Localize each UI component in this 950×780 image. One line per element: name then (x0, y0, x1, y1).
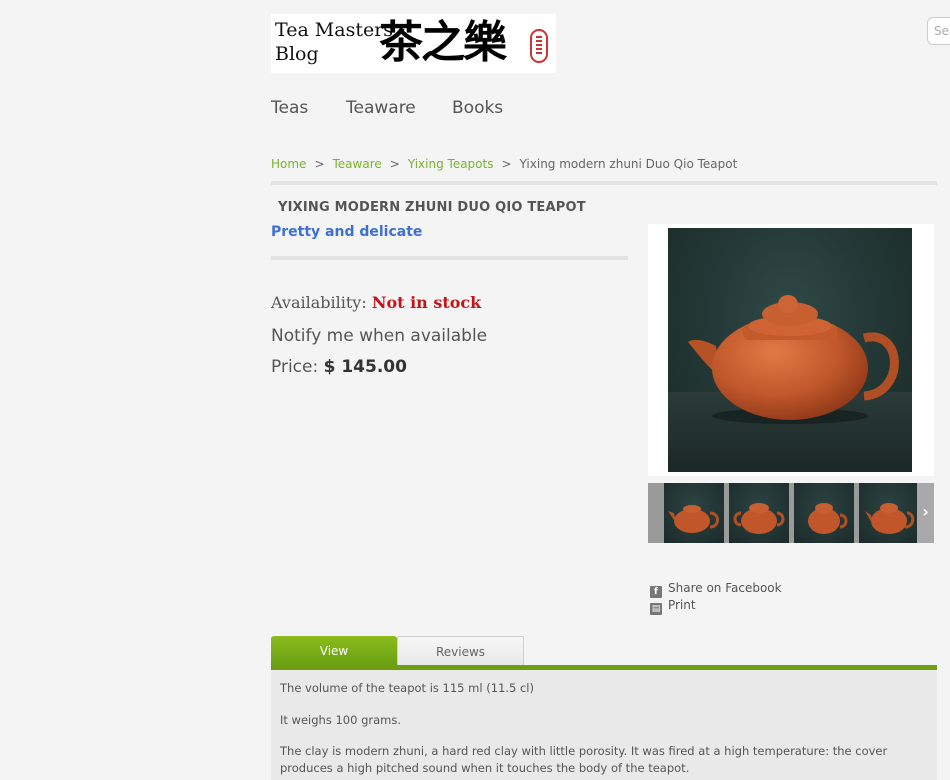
notify-link[interactable]: Notify me when available (271, 326, 487, 346)
tab-view[interactable]: View (271, 636, 397, 668)
breadcrumb-yixing-teapots[interactable]: Yixing Teapots (408, 157, 494, 171)
teapot-photo (668, 228, 912, 472)
breadcrumb-separator: > (314, 157, 325, 171)
search-input[interactable]: Search (927, 17, 950, 45)
print-label: Print (668, 598, 696, 612)
logo-text: Tea Masters Blog (275, 19, 394, 65)
availability: Availability: Not in stock (271, 293, 481, 312)
breadcrumb: Home > Teaware > Yixing Teapots > Yixing moder… (271, 157, 737, 171)
print-link[interactable]: ▤ Print (650, 598, 696, 615)
thumbnail-2[interactable] (729, 483, 789, 543)
thumbnail-1[interactable] (664, 483, 724, 543)
price-label: Price: (271, 357, 319, 377)
breadcrumb-teaware[interactable]: Teaware (333, 157, 382, 171)
main-product-image[interactable] (648, 224, 934, 476)
breadcrumb-home[interactable]: Home (271, 157, 306, 171)
carousel-next-arrow[interactable]: › (917, 483, 934, 543)
thumbnail-4[interactable] (859, 483, 919, 543)
nav-item-teas[interactable]: Teas (271, 98, 308, 118)
site-logo[interactable]: Tea Masters Blog 茶之樂 (271, 14, 556, 73)
description-panel: The volume of the teapot is 115 ml (11.5… (271, 670, 937, 780)
price-value: $ 145.00 (323, 357, 407, 377)
availability-status: Not in stock (371, 293, 482, 312)
nav-item-books[interactable]: Books (452, 98, 503, 118)
product-subtitle: Pretty and delicate (271, 224, 423, 240)
print-icon: ▤ (650, 603, 662, 615)
title-divider (271, 256, 628, 260)
breadcrumb-separator: > (389, 157, 400, 171)
tab-reviews[interactable]: Reviews (397, 636, 524, 668)
description-clay: The clay is modern zhuni, a hard red cla… (280, 744, 888, 775)
seal-icon (530, 29, 548, 63)
thumbnail-carousel: › (648, 483, 934, 543)
logo-calligraphy: 茶之樂 (379, 17, 507, 68)
facebook-icon: f (650, 586, 662, 598)
price: Price: $ 145.00 (271, 357, 407, 377)
breadcrumb-divider (271, 181, 937, 185)
breadcrumb-separator: > (501, 157, 512, 171)
nav-item-teaware[interactable]: Teaware (346, 98, 416, 118)
share-facebook-label: Share on Facebook (668, 581, 782, 595)
breadcrumb-current: Yixing modern zhuni Duo Qio Teapot (519, 157, 738, 171)
share-facebook-link[interactable]: f Share on Facebook (650, 581, 782, 598)
product-title: YIXING MODERN ZHUNI DUO QIO TEAPOT (278, 200, 586, 215)
description-weight: It weighs 100 grams. (280, 713, 401, 727)
thumbnail-3[interactable] (794, 483, 854, 543)
availability-label: Availability: (271, 293, 367, 312)
description-volume: The volume of the teapot is 115 ml (11.5… (280, 681, 534, 695)
